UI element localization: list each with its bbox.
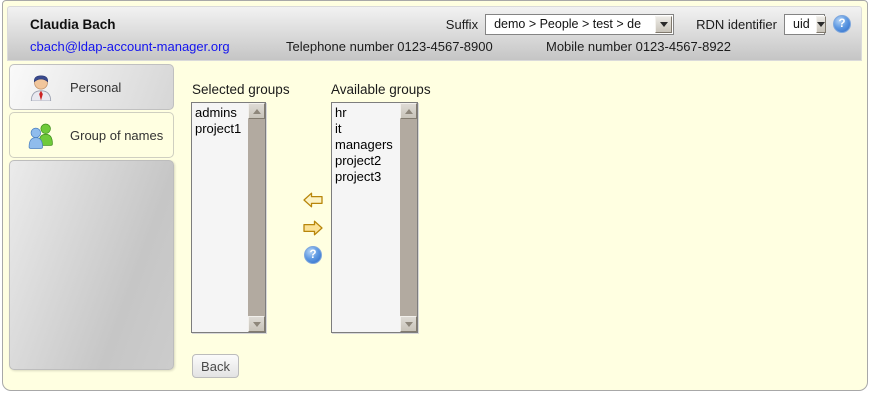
help-icon[interactable]: ?	[833, 15, 851, 33]
tab-personal[interactable]: Personal	[9, 64, 174, 110]
sidebar-panel	[9, 160, 174, 370]
available-groups-label: Available groups	[331, 82, 431, 97]
header-row-top: Claudia Bach Suffix demo > People > test…	[8, 7, 861, 37]
arrow-left-icon[interactable]	[299, 192, 327, 208]
page-title: Claudia Bach	[30, 17, 116, 32]
telephone-number: Telephone number 0123-4567-8900	[286, 39, 493, 54]
list-option[interactable]: project1	[192, 121, 248, 137]
chevron-up-icon[interactable]	[400, 103, 417, 119]
person-icon	[26, 72, 56, 102]
selected-groups-listbox[interactable]: adminsproject1	[191, 102, 266, 333]
rdn-identifier-label: RDN identifier	[696, 17, 777, 32]
help-icon[interactable]: ?	[304, 246, 322, 264]
chevron-down-icon[interactable]	[248, 316, 265, 332]
tab-group-of-names-label: Group of names	[70, 128, 163, 143]
rdn-select-value: uid	[785, 15, 815, 34]
available-groups-options: hritmanagersproject2project3	[332, 103, 400, 332]
suffix-select-value: demo > People > test > de	[486, 15, 646, 34]
email-link[interactable]: cbach@ldap-account-manager.org	[30, 39, 230, 54]
mobile-number: Mobile number 0123-4567-8922	[546, 39, 731, 54]
tab-personal-label: Personal	[70, 80, 121, 95]
list-option[interactable]: admins	[192, 105, 248, 121]
suffix-label: Suffix	[446, 17, 478, 32]
chevron-down-icon[interactable]	[400, 316, 417, 332]
list-option[interactable]: it	[332, 121, 400, 137]
selected-groups-options: adminsproject1	[192, 103, 248, 332]
arrow-right-icon[interactable]	[299, 220, 327, 236]
sidebar: Personal Group of names	[9, 64, 174, 370]
suffix-select[interactable]: demo > People > test > de	[485, 14, 674, 35]
list-option[interactable]: project2	[332, 153, 400, 169]
tab-group-of-names[interactable]: Group of names	[9, 112, 174, 158]
chevron-down-icon[interactable]	[655, 16, 672, 33]
back-button[interactable]: Back	[192, 354, 239, 378]
header-row-bottom: cbach@ldap-account-manager.org Telephone…	[8, 37, 861, 59]
available-groups-listbox[interactable]: hritmanagersproject2project3	[331, 102, 418, 333]
group-icon	[26, 120, 56, 150]
list-option[interactable]: managers	[332, 137, 400, 153]
scrollbar[interactable]	[248, 103, 265, 332]
selected-groups-label: Selected groups	[192, 82, 290, 97]
scrollbar[interactable]	[400, 103, 417, 332]
chevron-down-icon[interactable]	[816, 16, 826, 33]
page-container: Claudia Bach Suffix demo > People > test…	[2, 0, 868, 391]
rdn-identifier-select[interactable]: uid	[784, 14, 825, 35]
list-option[interactable]: project3	[332, 169, 400, 185]
list-option[interactable]: hr	[332, 105, 400, 121]
header: Claudia Bach Suffix demo > People > test…	[7, 6, 862, 61]
chevron-up-icon[interactable]	[248, 103, 265, 119]
